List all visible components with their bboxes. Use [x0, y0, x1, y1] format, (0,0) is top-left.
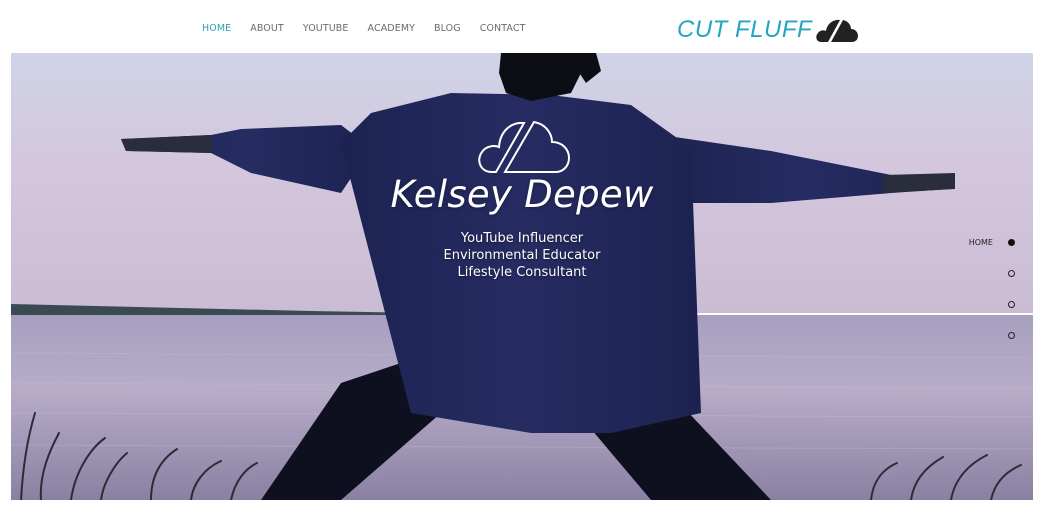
dot-nav-section-3[interactable]	[951, 295, 1017, 326]
dot-indicator	[1008, 332, 1015, 339]
nav-blog[interactable]: BLOG	[434, 23, 461, 34]
dot-indicator	[1008, 270, 1015, 277]
site-header: HOME ABOUT YOUTUBE ACADEMY BLOG CONTACT …	[0, 0, 1037, 53]
hero-taglines: YouTube Influencer Environmental Educato…	[11, 230, 1033, 281]
tagline: Environmental Educator	[443, 248, 601, 263]
dot-nav-label: HOME	[968, 238, 993, 247]
hero-name: Kelsey Depew	[390, 173, 654, 216]
nav-home[interactable]: HOME	[202, 23, 231, 34]
logo-text: CUT FLUFF	[677, 16, 813, 43]
site-logo[interactable]: CUT FLUFF	[677, 14, 859, 46]
section-dot-nav: HOME	[951, 233, 1017, 357]
dot-nav-section-2[interactable]	[951, 264, 1017, 295]
nav-about[interactable]: ABOUT	[250, 23, 284, 34]
tagline: Lifestyle Consultant	[457, 265, 587, 280]
dot-indicator	[1008, 301, 1015, 308]
dot-indicator	[1008, 239, 1015, 246]
dot-nav-home[interactable]: HOME	[951, 233, 1017, 264]
nav-academy[interactable]: ACADEMY	[368, 23, 415, 34]
cloud-outline-icon	[478, 120, 571, 173]
hero-section: Kelsey Depew YouTube Influencer Environm…	[11, 53, 1033, 500]
dot-nav-section-4[interactable]	[951, 326, 1017, 357]
nav-contact[interactable]: CONTACT	[480, 23, 526, 34]
cloud-icon	[816, 19, 859, 42]
main-nav: HOME ABOUT YOUTUBE ACADEMY BLOG CONTACT	[202, 23, 545, 34]
nav-youtube[interactable]: YOUTUBE	[303, 23, 349, 34]
tagline: YouTube Influencer	[460, 231, 584, 246]
